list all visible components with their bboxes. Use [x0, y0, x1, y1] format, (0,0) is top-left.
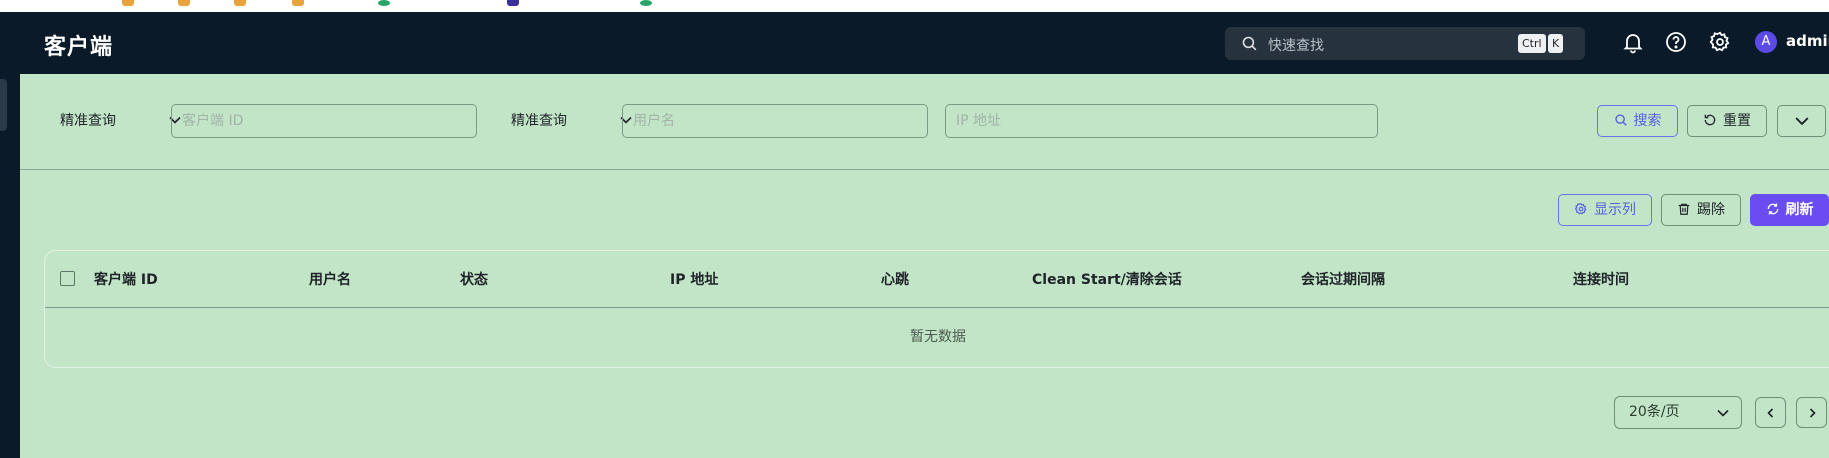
- column-header-clean-start[interactable]: Clean Start/清除会话: [1032, 269, 1182, 289]
- bookmark-icon[interactable]: [507, 0, 519, 6]
- display-columns-button[interactable]: 显示列: [1558, 194, 1652, 226]
- shortcut-ctrl-key: Ctrl: [1518, 34, 1546, 53]
- column-header-client-id[interactable]: 客户端 ID: [94, 269, 158, 289]
- column-header-status[interactable]: 状态: [460, 269, 488, 289]
- page-size-select[interactable]: 20条/页: [1614, 396, 1742, 429]
- table-header: 客户端 ID 用户名 状态 IP 地址 心跳 Clean Start/清除会话 …: [45, 251, 1829, 308]
- client-id-input[interactable]: 客户端 ID: [171, 104, 477, 138]
- bookmark-icon[interactable]: [292, 0, 304, 6]
- empty-state-text: 暂无数据: [910, 329, 966, 345]
- username-label[interactable]: admin: [1786, 32, 1829, 50]
- bell-icon[interactable]: [1621, 30, 1645, 54]
- help-icon[interactable]: [1664, 30, 1688, 54]
- kick-client-button[interactable]: 踢除: [1661, 194, 1741, 226]
- bookmark-icon[interactable]: [178, 0, 190, 6]
- refresh-button[interactable]: 刷新: [1750, 194, 1829, 226]
- display-columns-label: 显示列: [1594, 202, 1636, 218]
- next-page-button[interactable]: [1796, 397, 1827, 428]
- column-header-ip-address[interactable]: IP 地址: [670, 269, 718, 289]
- select-all-checkbox[interactable]: [60, 271, 75, 286]
- refresh-icon: [1767, 202, 1778, 215]
- refresh-button-label: 刷新: [1785, 202, 1814, 218]
- column-header-session-expiry[interactable]: 会话过期间隔: [1301, 269, 1385, 289]
- quick-search-placeholder: 快速查找: [1268, 38, 1324, 54]
- match-mode-select-client-id[interactable]: 精准查询: [44, 104, 189, 138]
- column-header-connected-at[interactable]: 连接时间: [1573, 269, 1629, 289]
- column-header-username[interactable]: 用户名: [309, 269, 351, 289]
- ip-address-input[interactable]: IP 地址: [945, 104, 1378, 138]
- bookmark-icon[interactable]: [122, 0, 134, 6]
- reset-button[interactable]: 重置: [1687, 105, 1767, 137]
- page-title: 客户端: [44, 35, 114, 60]
- gear-icon[interactable]: [1708, 30, 1732, 54]
- trash-icon: [1678, 203, 1690, 215]
- reset-icon: [1704, 114, 1716, 125]
- username-input[interactable]: 用户名: [622, 104, 928, 138]
- main-content: 精准查询 客户端 ID 精准查询 用户名 IP 地址 搜索 重置 显示列 踢除 …: [20, 74, 1829, 458]
- search-button[interactable]: 搜索: [1597, 105, 1678, 137]
- search-button-label: 搜索: [1633, 113, 1662, 129]
- chevron-left-icon: [1766, 408, 1773, 418]
- clients-table: 客户端 ID 用户名 状态 IP 地址 心跳 Clean Start/清除会话 …: [44, 250, 1829, 368]
- filter-bar: 精准查询 客户端 ID 精准查询 用户名 IP 地址 搜索 重置: [20, 74, 1829, 170]
- expand-filters-button[interactable]: [1777, 105, 1826, 137]
- sidebar-item-active[interactable]: [0, 79, 7, 131]
- kick-client-label: 踢除: [1697, 202, 1725, 218]
- match-mode-select-username[interactable]: 精准查询: [495, 104, 640, 138]
- column-header-heartbeat[interactable]: 心跳: [881, 269, 909, 289]
- bookmark-icon[interactable]: [378, 0, 390, 6]
- chevron-down-icon: [1717, 409, 1729, 417]
- top-navigation-bar: 客户端 快速查找 Ctrl K A admin: [0, 12, 1829, 74]
- browser-bookmark-strip: [0, 0, 1829, 12]
- gear-icon: [1574, 202, 1587, 214]
- chevron-right-icon: [1809, 408, 1816, 418]
- shortcut-k-key: K: [1548, 34, 1564, 53]
- match-mode-label: 精准查询: [60, 113, 116, 129]
- search-icon: [1242, 36, 1257, 51]
- match-mode-label: 精准查询: [511, 113, 567, 129]
- chevron-down-icon: [1795, 117, 1808, 126]
- avatar[interactable]: A: [1755, 31, 1777, 53]
- sidebar: [0, 74, 20, 458]
- search-icon: [1614, 113, 1627, 126]
- page-size-label: 20条/页: [1629, 404, 1680, 420]
- reset-button-label: 重置: [1723, 113, 1751, 129]
- bookmark-icon[interactable]: [234, 0, 246, 6]
- quick-search-input[interactable]: 快速查找 Ctrl K: [1225, 27, 1585, 60]
- previous-page-button[interactable]: [1755, 397, 1786, 428]
- bookmark-icon[interactable]: [640, 0, 652, 6]
